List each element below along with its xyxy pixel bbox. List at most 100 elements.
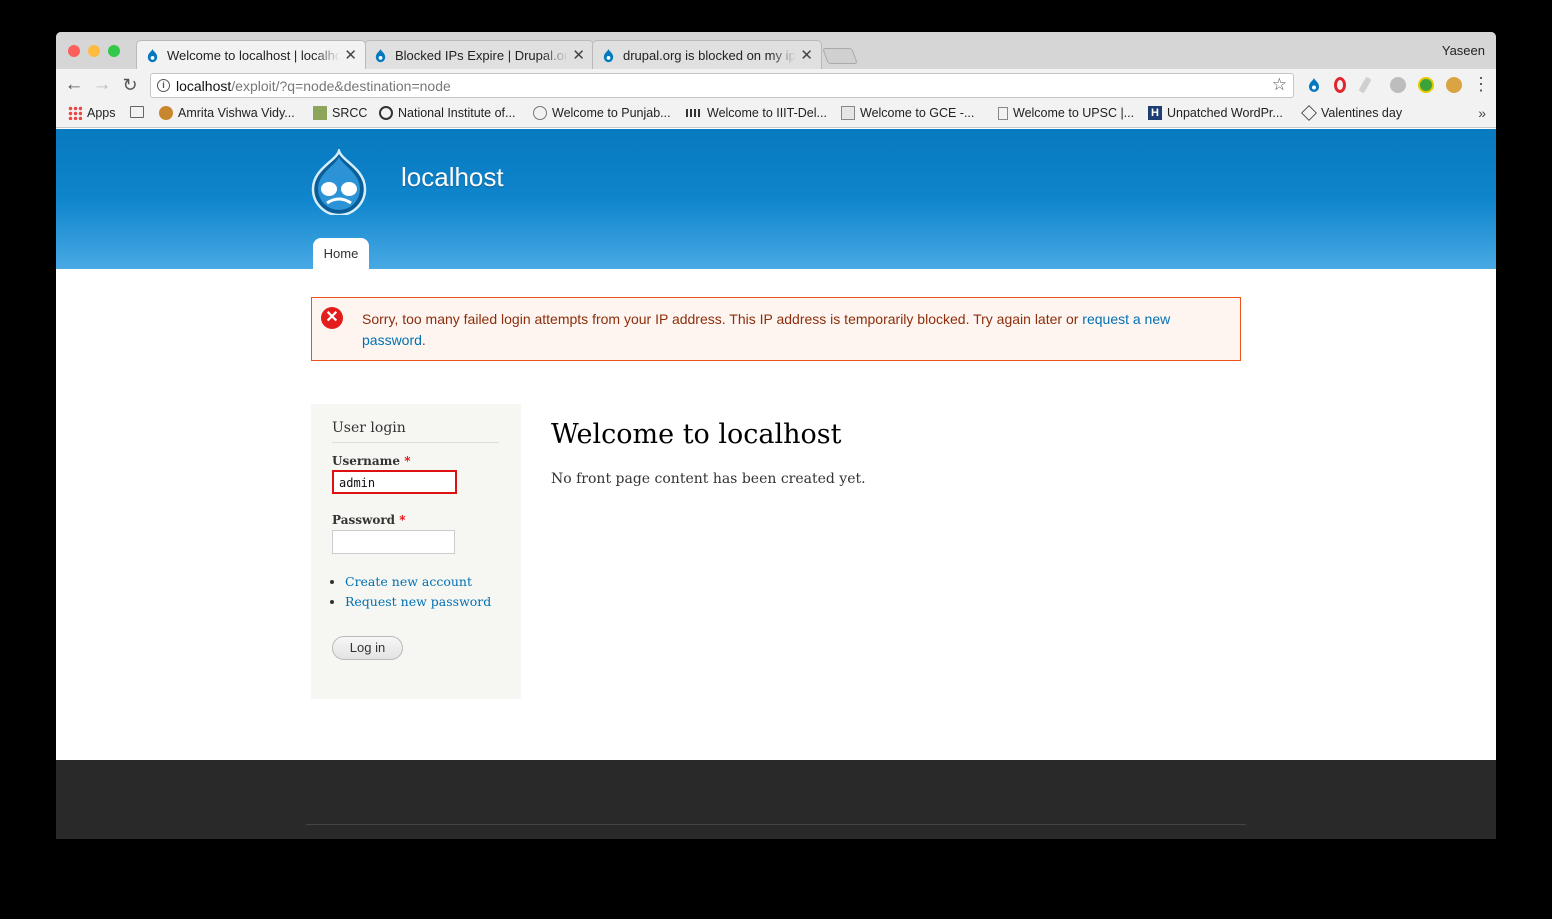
bookmark-label: Unpatched WordPr... xyxy=(1167,106,1283,120)
drupal-extension-icon[interactable] xyxy=(1306,77,1322,93)
log-in-button[interactable]: Log in xyxy=(332,636,403,660)
url-host: localhost xyxy=(176,78,232,94)
bookmark-label: Welcome to UPSC |... xyxy=(1013,106,1135,120)
profile-name[interactable]: Yaseen xyxy=(1442,43,1485,58)
drupal-icon xyxy=(147,48,158,62)
close-icon[interactable]: ✕ xyxy=(344,46,357,64)
bookmark-star-icon[interactable]: ☆ xyxy=(1272,75,1287,95)
new-tab-button[interactable] xyxy=(822,48,858,64)
password-input[interactable] xyxy=(332,530,455,554)
user-login-block: User login Username * admin Password * C… xyxy=(311,404,521,699)
request-new-password-link[interactable]: Request new password xyxy=(345,594,491,609)
username-label: Username * xyxy=(332,454,410,468)
bookmark-label: Welcome to IIIT-Del... xyxy=(707,106,827,120)
login-block-title: User login xyxy=(332,420,499,443)
bookmarks-bar: Apps Amrita Vishwa Vidy... SRCC National… xyxy=(56,102,1496,128)
tab-title: Welcome to localhost | localhost xyxy=(167,47,341,63)
address-bar[interactable]: i localhost/exploit/?q=node&destination=… xyxy=(150,73,1294,98)
bookmark-gce[interactable]: Welcome to GCE -... xyxy=(841,106,974,120)
list-item: Create new account xyxy=(345,572,491,592)
close-icon[interactable]: ✕ xyxy=(800,46,813,64)
bookmark-amrita[interactable]: Amrita Vishwa Vidy... xyxy=(159,106,295,120)
cookie-extension-icon[interactable] xyxy=(1446,77,1462,93)
close-icon[interactable]: ✕ xyxy=(572,46,585,64)
punjab-icon xyxy=(533,106,547,120)
url-path: /exploit/?q=node&destination=node xyxy=(231,78,451,94)
nit-icon xyxy=(379,106,393,120)
bookmark-nit[interactable]: National Institute of... xyxy=(379,106,515,120)
page-body: No front page content has been created y… xyxy=(551,471,866,487)
tool-extension-icon[interactable] xyxy=(1358,76,1372,94)
minimize-window-button[interactable] xyxy=(88,45,100,57)
maximize-window-button[interactable] xyxy=(108,45,120,57)
reload-icon[interactable]: ↻ xyxy=(119,74,141,96)
info-icon[interactable]: i xyxy=(157,79,170,92)
drupal-icon xyxy=(375,48,386,62)
list-item: Request new password xyxy=(345,592,491,612)
username-label-text: Username xyxy=(332,454,401,468)
apps-grid-icon xyxy=(68,106,82,120)
globe-extension-icon[interactable] xyxy=(1390,77,1406,93)
error-text: Sorry, too many failed login attempts fr… xyxy=(362,309,1212,351)
bookmark-folder[interactable] xyxy=(130,106,149,118)
site-footer xyxy=(56,760,1496,839)
error-x-icon: ✕ xyxy=(321,307,343,329)
footer-divider xyxy=(306,824,1246,825)
bookmark-label: Apps xyxy=(87,106,116,120)
username-input[interactable]: admin xyxy=(332,470,457,494)
bookmark-label: Amrita Vishwa Vidy... xyxy=(178,106,295,120)
bookmark-srcc[interactable]: SRCC xyxy=(313,106,367,120)
bookmarks-overflow-icon[interactable]: » xyxy=(1478,105,1486,121)
gce-icon xyxy=(841,106,855,120)
bookmark-label: Welcome to GCE -... xyxy=(860,106,975,120)
tab-blocked-ips[interactable]: Blocked IPs Expire | Drupal.org ✕ xyxy=(364,40,594,69)
forward-arrow-icon[interactable]: → xyxy=(91,74,113,96)
bookmark-iiit[interactable]: Welcome to IIIT-Del... xyxy=(686,106,827,120)
bookmark-punjab[interactable]: Welcome to Punjab... xyxy=(533,106,671,120)
bookmark-upsc[interactable]: Welcome to UPSC |... xyxy=(996,106,1134,120)
bookmark-label: Valentines day xyxy=(1321,106,1403,120)
error-text-end: . xyxy=(421,332,426,348)
h-icon: H xyxy=(1148,106,1162,120)
iiit-icon xyxy=(686,109,702,117)
close-window-button[interactable] xyxy=(68,45,80,57)
page-title: Welcome to localhost xyxy=(551,419,842,450)
codepen-icon xyxy=(1301,105,1317,121)
site-name[interactable]: localhost xyxy=(401,162,504,193)
create-account-link[interactable]: Create new account xyxy=(345,574,472,589)
amrita-icon xyxy=(159,106,173,120)
web-page: localhost Home ✕ Sorry, too many failed … xyxy=(56,129,1496,839)
tab-strip: Welcome to localhost | localhost ✕ Block… xyxy=(56,32,1496,69)
nav-home-tab[interactable]: Home xyxy=(313,238,369,269)
bookmark-label: SRCC xyxy=(332,106,368,120)
bookmark-label: National Institute of... xyxy=(398,106,516,120)
login-links: Create new account Request new password xyxy=(332,572,491,612)
green-extension-icon[interactable] xyxy=(1418,77,1434,93)
tab-title: Blocked IPs Expire | Drupal.org xyxy=(395,47,569,63)
password-label-text: Password xyxy=(332,513,396,527)
password-label: Password * xyxy=(332,513,406,527)
drupal-icon xyxy=(603,48,614,62)
bookmark-apps[interactable]: Apps xyxy=(68,106,116,120)
url-text: localhost/exploit/?q=node&destination=no… xyxy=(176,78,451,94)
drupal-logo-icon[interactable] xyxy=(309,149,369,215)
tab-welcome-localhost[interactable]: Welcome to localhost | localhost ✕ xyxy=(136,40,366,69)
browser-window: Welcome to localhost | localhost ✕ Block… xyxy=(56,32,1496,839)
bookmark-wordpress[interactable]: H Unpatched WordPr... xyxy=(1148,106,1283,120)
required-marker: * xyxy=(399,513,406,527)
required-marker: * xyxy=(404,454,411,468)
back-arrow-icon[interactable]: ← xyxy=(63,74,85,96)
tab-title: drupal.org is blocked on my ip xyxy=(623,47,796,63)
error-message: ✕ Sorry, too many failed login attempts … xyxy=(311,297,1241,361)
bookmark-label: Welcome to Punjab... xyxy=(552,106,671,120)
folder-icon xyxy=(130,106,144,118)
opera-extension-icon[interactable] xyxy=(1334,77,1346,93)
srcc-icon xyxy=(313,106,327,120)
site-header: localhost Home xyxy=(56,129,1496,269)
page-icon xyxy=(998,106,1008,120)
error-text-body: Sorry, too many failed login attempts fr… xyxy=(362,311,1083,327)
menu-dots-icon[interactable]: ⋮ xyxy=(1472,74,1490,94)
bookmark-valentines[interactable]: Valentines day xyxy=(1301,105,1403,121)
tab-drupal-blocked[interactable]: drupal.org is blocked on my ip ✕ xyxy=(592,40,822,69)
browser-toolbar: ← → ↻ i localhost/exploit/?q=node&destin… xyxy=(56,69,1496,102)
